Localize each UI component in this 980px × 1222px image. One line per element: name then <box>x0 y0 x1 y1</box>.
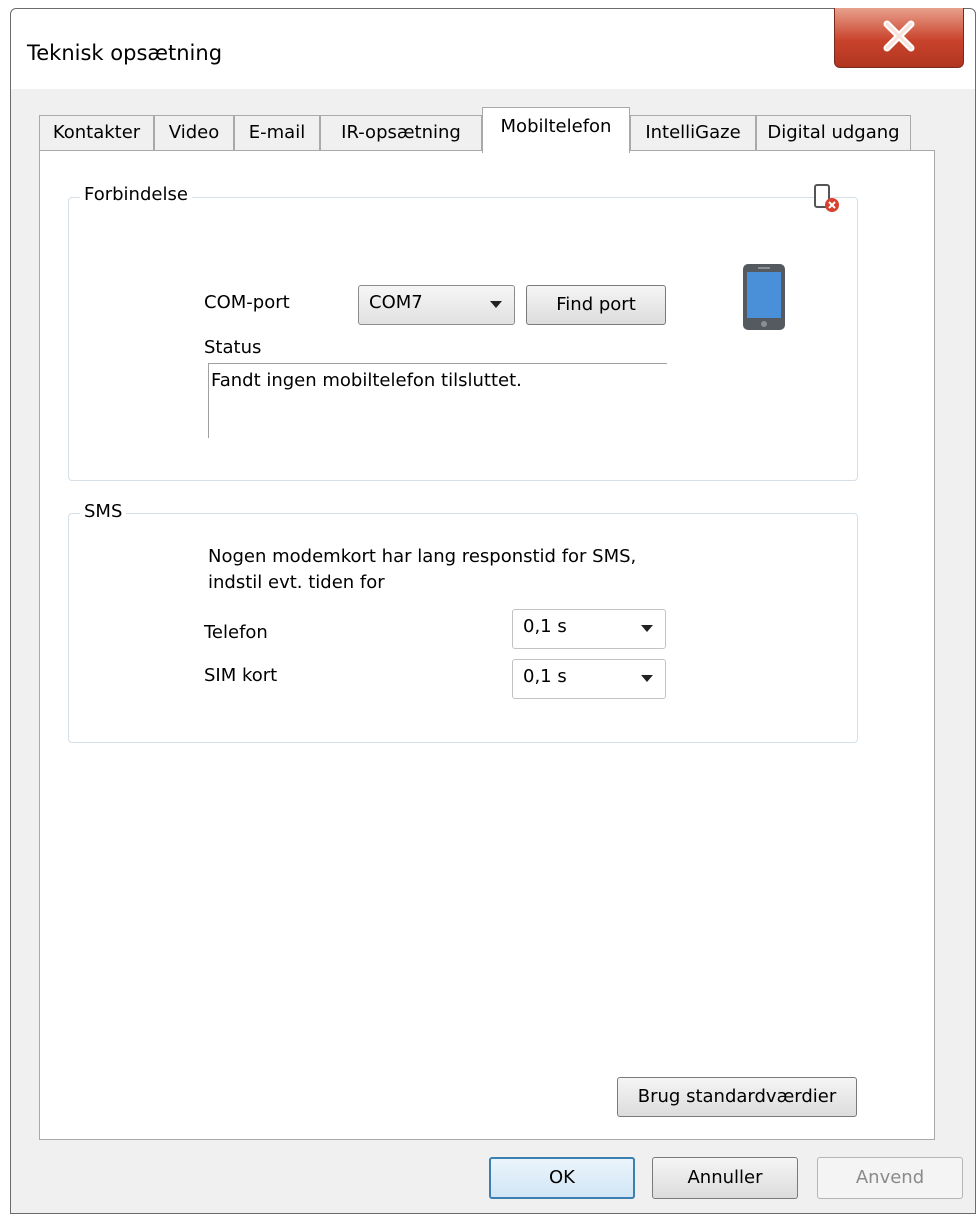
sms-info-line1: Nogen modemkort har lang responstid for … <box>208 546 637 567</box>
chevron-down-icon <box>641 625 653 632</box>
use-defaults-button[interactable]: Brug standardværdier <box>617 1077 857 1117</box>
sim-delay-label: SIM kort <box>204 665 278 686</box>
tab-ir-opsaetning[interactable]: IR-opsætning <box>320 115 482 151</box>
ok-button[interactable]: OK <box>489 1157 635 1199</box>
status-text: Fandt ingen mobiltelefon tilsluttet. <box>211 370 522 391</box>
phone-delay-dropdown[interactable]: 0,1 s <box>512 609 666 649</box>
status-textbox[interactable]: Fandt ingen mobiltelefon tilsluttet. <box>208 363 667 438</box>
close-button[interactable] <box>834 8 964 68</box>
connection-legend: Forbindelse <box>80 184 192 205</box>
tab-kontakter[interactable]: Kontakter <box>39 115 154 151</box>
phone-delay-label: Telefon <box>204 622 268 643</box>
apply-button[interactable]: Anvend <box>817 1157 963 1199</box>
tab-bar: Kontakter Video E-mail IR-opsætning Mobi… <box>39 107 939 153</box>
sim-delay-value: 0,1 s <box>523 666 567 687</box>
sim-delay-dropdown[interactable]: 0,1 s <box>512 659 666 699</box>
close-icon <box>883 20 915 52</box>
tab-panel: Forbindelse COM-port COM7 Find port Stat… <box>39 150 935 1140</box>
title-bar[interactable]: Teknisk opsætning <box>11 8 975 89</box>
com-port-dropdown[interactable]: COM7 <box>358 285 515 325</box>
window-title: Teknisk opsætning <box>27 41 223 65</box>
sms-legend: SMS <box>80 501 127 522</box>
chevron-down-icon <box>490 301 502 308</box>
tab-video[interactable]: Video <box>154 115 234 151</box>
dialog-window: Teknisk opsætning Kontakter Video E-mail… <box>10 8 976 1214</box>
phone-delay-value: 0,1 s <box>523 616 567 637</box>
tab-digital-udgang[interactable]: Digital udgang <box>756 115 911 151</box>
tab-email[interactable]: E-mail <box>234 115 320 151</box>
cancel-button[interactable]: Annuller <box>652 1157 798 1199</box>
mobile-phone-icon <box>743 264 785 330</box>
com-port-value: COM7 <box>369 292 423 313</box>
status-label: Status <box>204 337 262 358</box>
tab-mobiltelefon[interactable]: Mobiltelefon <box>482 107 630 153</box>
chevron-down-icon <box>641 675 653 682</box>
phone-disconnected-icon <box>814 184 839 212</box>
com-port-label: COM-port <box>204 292 290 313</box>
tab-intelligaze[interactable]: IntelliGaze <box>630 115 756 151</box>
sms-info-line2: indstil evt. tiden for <box>208 572 385 593</box>
connection-group <box>68 197 858 481</box>
find-port-button[interactable]: Find port <box>526 285 666 325</box>
